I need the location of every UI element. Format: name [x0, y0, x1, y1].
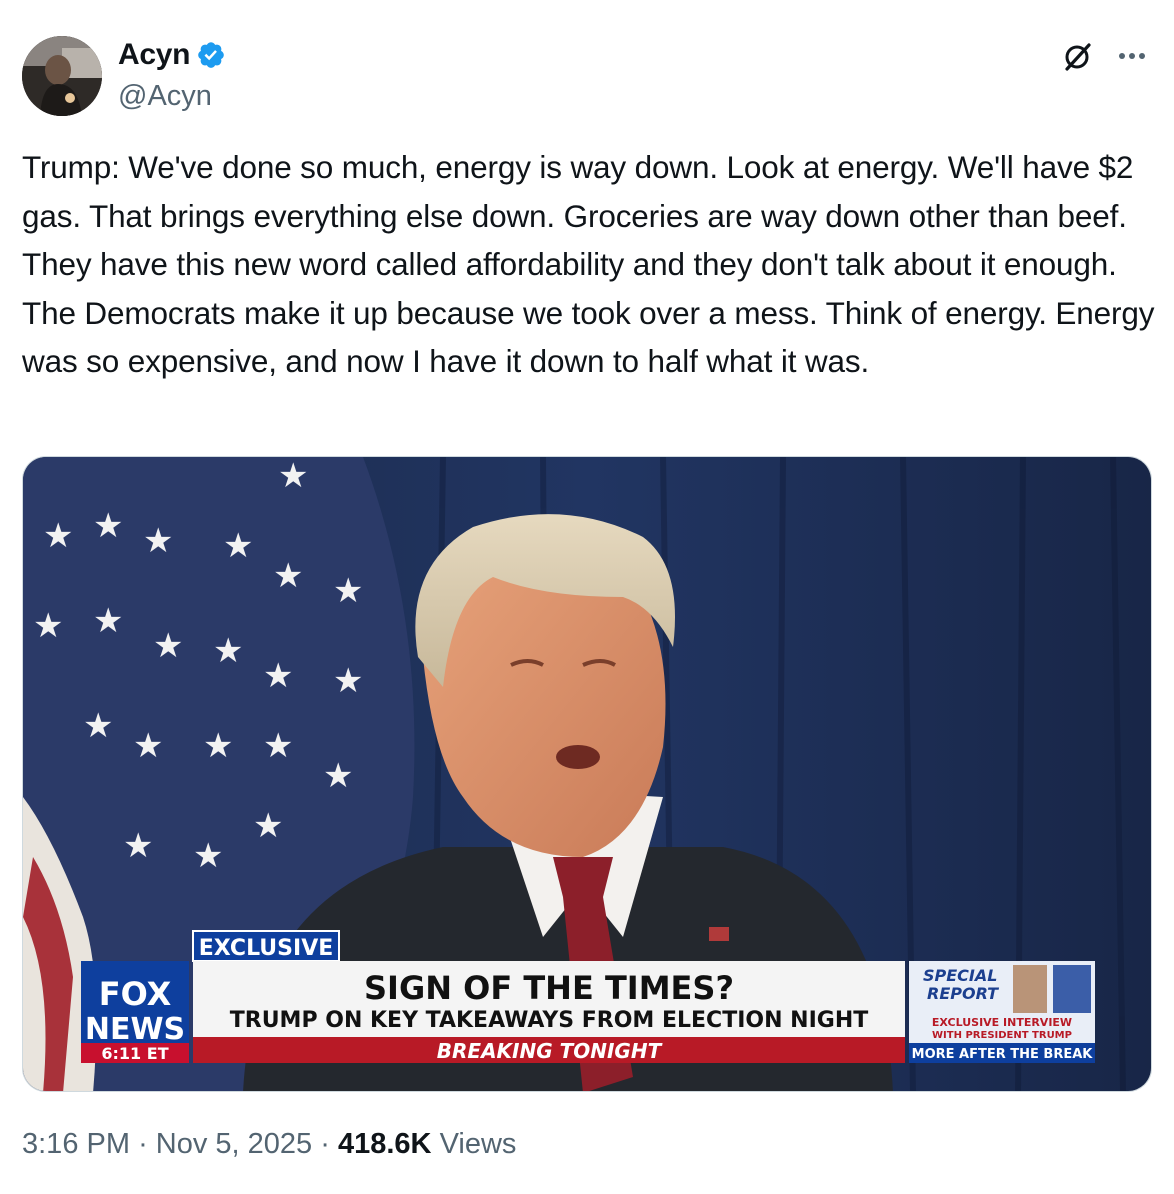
- author-name-row[interactable]: Acyn: [118, 38, 226, 72]
- promo-line2: WITH PRESIDENT TRUMP: [932, 1030, 1072, 1041]
- network-line2: NEWS: [85, 1012, 185, 1047]
- video-frame: ★ ★ ★ ★ ★ ★ ★ ★ ★ ★ ★ ★ ★ ★ ★ ★ ★ ★ ★ ★ ★ FOX NE…: [23, 457, 1151, 1091]
- svg-text:★: ★: [333, 571, 363, 611]
- timestamp-time[interactable]: 3:16 PM: [22, 1128, 130, 1160]
- broadcast-clock: 6:11 ET: [101, 1044, 168, 1063]
- exclusive-tag: EXCLUSIVE: [199, 936, 334, 961]
- svg-text:★: ★: [93, 601, 123, 641]
- svg-text:★: ★: [143, 521, 173, 561]
- more-icon[interactable]: [1112, 38, 1152, 74]
- svg-text:★: ★: [43, 516, 73, 556]
- svg-text:★: ★: [278, 457, 308, 496]
- svg-text:★: ★: [133, 726, 163, 766]
- svg-text:★: ★: [193, 836, 223, 876]
- handle[interactable]: @Acyn: [118, 80, 212, 113]
- promo-title-line2: REPORT: [927, 984, 999, 1003]
- tweet-meta: 3:16 PM · Nov 5, 2025 · 418.6K Views: [22, 1128, 516, 1161]
- svg-text:★: ★: [263, 656, 293, 696]
- avatar[interactable]: [22, 36, 102, 116]
- promo-line1: EXCLUSIVE INTERVIEW: [932, 1016, 1072, 1029]
- display-name[interactable]: Acyn: [118, 38, 190, 72]
- svg-text:★: ★: [223, 526, 253, 566]
- separator: ·: [138, 1128, 148, 1160]
- timestamp-date[interactable]: Nov 5, 2025: [156, 1128, 312, 1160]
- svg-text:★: ★: [253, 806, 283, 846]
- svg-text:★: ★: [213, 631, 243, 671]
- breaking-bar: BREAKING TONIGHT: [437, 1039, 663, 1063]
- separator: ·: [320, 1128, 330, 1160]
- svg-text:★: ★: [83, 706, 113, 746]
- svg-text:★: ★: [273, 556, 303, 596]
- views-label[interactable]: Views: [440, 1128, 517, 1160]
- tweet-text: Trump: We've done so much, energy is way…: [22, 149, 1155, 379]
- svg-text:★: ★: [203, 726, 233, 766]
- avatar-image: [22, 36, 102, 116]
- svg-text:★: ★: [93, 506, 123, 546]
- views-count[interactable]: 418.6K: [338, 1128, 432, 1160]
- svg-text:★: ★: [333, 661, 363, 701]
- verified-badge-icon: [198, 42, 224, 68]
- promo-footer: MORE AFTER THE BREAK: [912, 1047, 1094, 1062]
- lower-third-subheadline: TRUMP ON KEY TAKEAWAYS FROM ELECTION NIG…: [230, 1008, 868, 1033]
- svg-text:★: ★: [33, 606, 63, 646]
- svg-text:★: ★: [123, 826, 153, 866]
- tweet: Acyn @Acyn Trump: We've done so much, en…: [0, 0, 1174, 1194]
- grok-icon[interactable]: [1058, 36, 1098, 76]
- svg-text:★: ★: [263, 726, 293, 766]
- lower-third-headline: SIGN OF THE TIMES?: [364, 969, 734, 1007]
- network-line1: FOX: [99, 975, 172, 1013]
- video-player[interactable]: ★ ★ ★ ★ ★ ★ ★ ★ ★ ★ ★ ★ ★ ★ ★ ★ ★ ★ ★ ★ ★: [22, 456, 1152, 1092]
- promo-title-line1: SPECIAL: [923, 966, 997, 985]
- svg-text:★: ★: [153, 626, 183, 666]
- svg-text:★: ★: [323, 756, 353, 796]
